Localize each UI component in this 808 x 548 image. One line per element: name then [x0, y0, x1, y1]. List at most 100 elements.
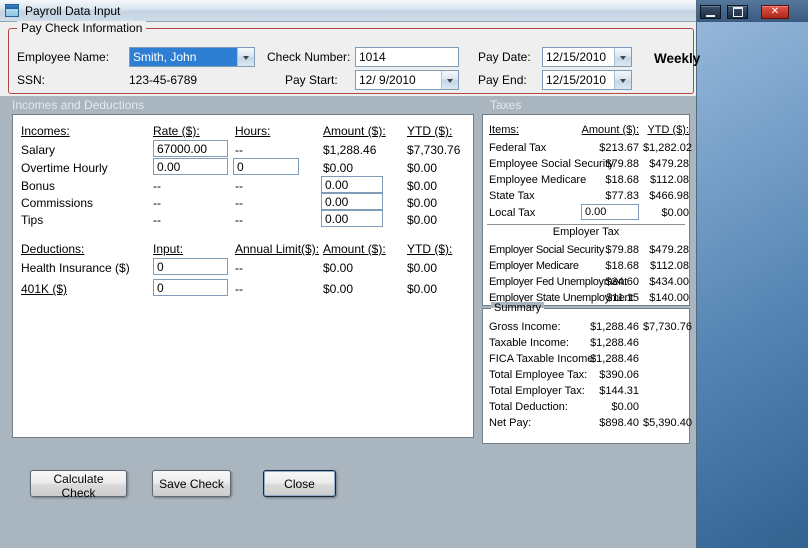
pay-end-picker[interactable]: 12/15/2010 — [542, 70, 632, 90]
paycheck-info-group: Pay Check Information Employee Name: Smi… — [8, 21, 700, 94]
tax-amount-header: Amount ($): — [581, 124, 639, 136]
background-close-button[interactable]: ✕ — [761, 5, 789, 19]
employer-tax-row-amount: $34.60 — [605, 276, 639, 288]
tax-row-amount: $18.68 — [605, 174, 639, 186]
summary-row-ytd: $5,390.40 — [643, 417, 692, 429]
summary-row-label: Total Deduction: — [489, 401, 568, 413]
summary-row-label: Taxable Income: — [489, 337, 570, 349]
bonus-hours-value: -- — [235, 179, 243, 193]
employer-tax-divider — [487, 224, 685, 225]
taxes-panel: Items: Amount ($): YTD ($): Federal Tax … — [482, 114, 692, 306]
background-minimize-button[interactable] — [700, 5, 721, 19]
employee-name-label: Employee Name: — [17, 50, 110, 64]
summary-row-label: Gross Income: — [489, 321, 561, 333]
k401-limit-value: -- — [235, 282, 243, 296]
app-icon — [5, 4, 19, 17]
k401-input[interactable] — [153, 279, 228, 296]
tax-items-header: Items: — [489, 124, 519, 136]
employer-tax-row-label: Employer Medicare — [489, 260, 579, 272]
tips-amount-input[interactable] — [321, 210, 383, 227]
tips-hours-value: -- — [235, 213, 243, 227]
paycheck-info-group-title: Pay Check Information — [17, 21, 147, 35]
tax-row-ytd: $1,282.02 — [643, 142, 692, 154]
local-tax-label: Local Tax — [489, 207, 536, 219]
tax-row-amount: $213.67 — [599, 142, 639, 154]
tax-row-label: Federal Tax — [489, 142, 547, 154]
pay-end-label: Pay End: — [478, 73, 527, 87]
deductions-ytd-header: YTD ($): — [407, 242, 453, 256]
check-number-input[interactable] — [355, 47, 459, 67]
commissions-ytd-value: $0.00 — [407, 196, 438, 210]
bonus-ytd-value: $0.00 — [407, 179, 438, 193]
tax-row-ytd: $466.98 — [649, 190, 689, 202]
salary-hours-value: -- — [235, 143, 243, 157]
titlebar[interactable]: Payroll Data Input — [0, 0, 696, 22]
minimize-icon — [706, 14, 715, 17]
employer-tax-row-ytd: $479.28 — [649, 244, 689, 256]
pay-start-value: 12/ 9/2010 — [359, 73, 416, 87]
income-tips-label: Tips — [21, 213, 44, 227]
summary-row-ytd: $7,730.76 — [643, 321, 692, 333]
section-incomes-deductions-title: Incomes and Deductions — [12, 98, 145, 112]
commissions-amount-input[interactable] — [321, 193, 383, 210]
k401-amount-value: $0.00 — [323, 282, 354, 296]
save-check-button[interactable]: Save Check — [152, 470, 231, 497]
overtime-rate-input[interactable] — [153, 158, 228, 175]
salary-ytd-value: $7,730.76 — [407, 143, 461, 157]
employee-name-combobox[interactable]: Smith, John — [129, 47, 255, 67]
hours-header: Hours: — [235, 124, 271, 138]
payroll-window: Payroll Data Input Pay Check Information… — [0, 0, 700, 548]
deductions-header: Deductions: — [21, 242, 85, 256]
pay-date-value: 12/15/2010 — [546, 50, 607, 64]
calculate-check-button[interactable]: Calculate Check — [30, 470, 127, 500]
employee-name-value: Smith, John — [130, 48, 237, 66]
deductions-amount-header: Amount ($): — [323, 242, 386, 256]
income-commissions-label: Commissions — [21, 196, 94, 210]
employer-tax-row-ytd: $434.00 — [649, 276, 689, 288]
health-amount-value: $0.00 — [323, 261, 354, 275]
rate-header: Rate ($): — [153, 124, 200, 138]
summary-row-amount: $144.31 — [599, 385, 639, 397]
salary-rate-input[interactable] — [153, 140, 228, 157]
close-button[interactable]: Close — [263, 470, 336, 497]
background-maximize-button[interactable] — [727, 5, 748, 19]
pay-end-dropdown-button[interactable] — [614, 71, 631, 89]
health-insurance-input[interactable] — [153, 258, 228, 275]
amount-header: Amount ($): — [323, 124, 386, 138]
tax-row-amount: $77.83 — [605, 190, 639, 202]
pay-date-dropdown-button[interactable] — [614, 48, 631, 66]
pay-end-value: 12/15/2010 — [546, 73, 607, 87]
overtime-hours-input[interactable] — [233, 158, 299, 175]
tax-row-ytd: $112.08 — [650, 174, 689, 186]
pay-start-label: Pay Start: — [285, 73, 338, 87]
local-tax-input[interactable] — [581, 204, 639, 220]
pay-start-picker[interactable]: 12/ 9/2010 — [355, 70, 459, 90]
employer-tax-row-ytd: $140.00 — [649, 292, 689, 304]
bonus-amount-input[interactable] — [321, 176, 383, 193]
summary-row-amount: $0.00 — [611, 401, 639, 413]
summary-title: Summary — [491, 302, 545, 314]
summary-panel: Summary Gross Income: $1,288.46 $7,730.7… — [482, 302, 692, 444]
income-salary-label: Salary — [21, 143, 56, 157]
salary-amount-value: $1,288.46 — [323, 143, 377, 157]
pay-frequency-label: Weekly — [654, 51, 701, 66]
screen: ✕ Payroll Data Input Pay Check Informati… — [0, 0, 808, 548]
chevron-down-icon — [243, 55, 249, 63]
summary-row-label: Total Employee Tax: — [489, 369, 588, 381]
ytd-header: YTD ($): — [407, 124, 453, 138]
pay-date-picker[interactable]: 12/15/2010 — [542, 47, 632, 67]
pay-start-dropdown-button[interactable] — [441, 71, 458, 89]
local-tax-ytd: $0.00 — [661, 207, 689, 219]
employer-tax-row-amount: $18.68 — [605, 260, 639, 272]
tips-ytd-value: $0.00 — [407, 213, 438, 227]
chevron-down-icon — [620, 55, 626, 63]
employer-tax-row-amount: $11.15 — [606, 292, 639, 304]
deduction-401k-label: 401K ($) — [21, 282, 68, 296]
tax-row-label: State Tax — [489, 190, 535, 202]
employee-name-dropdown-button[interactable] — [237, 48, 254, 66]
tax-row-amount: $79.88 — [605, 158, 639, 170]
deductions-limit-header: Annual Limit($): — [235, 242, 320, 256]
summary-row-amount: $1,288.46 — [590, 353, 639, 365]
deductions-input-header: Input: — [153, 242, 184, 256]
window-title: Payroll Data Input — [25, 3, 121, 18]
